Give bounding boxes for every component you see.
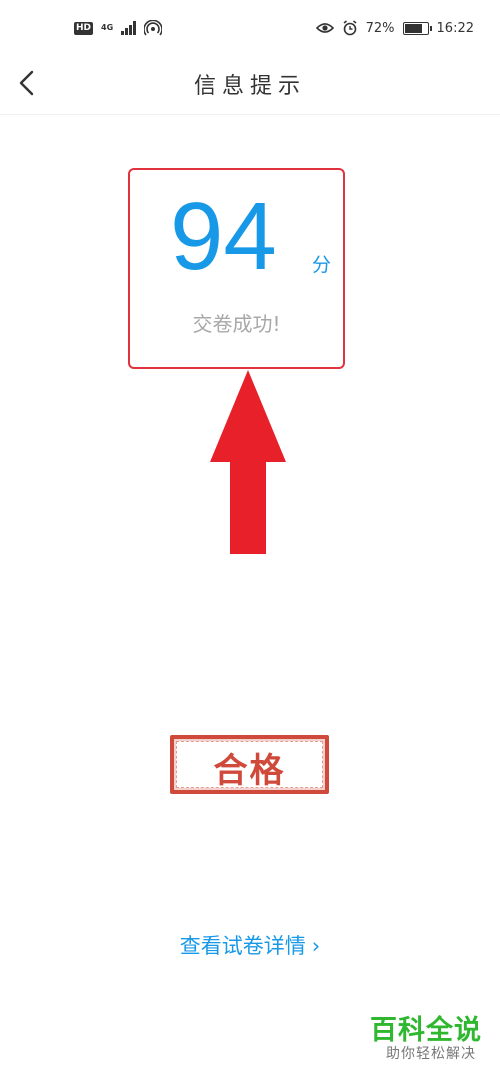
network-label: 4G — [101, 23, 114, 32]
battery-percent: 72% — [365, 20, 395, 36]
signal-icon — [121, 21, 137, 35]
score-unit: 分 — [312, 254, 332, 276]
watermark-subtitle: 助你轻松解决 — [386, 1046, 476, 1062]
hotspot-icon — [144, 20, 163, 36]
network-type: 4G — [101, 24, 113, 32]
score-value: 94 — [170, 183, 277, 290]
hd-icon: HD — [74, 21, 94, 35]
pass-stamp: 合格 — [170, 735, 329, 794]
watermark-title: 百科全说 — [370, 1015, 482, 1046]
view-exam-details-label: 查看试卷详情 — [179, 934, 306, 958]
pass-stamp-text: 合格 — [213, 751, 286, 791]
status-bar: HD 4G 72% 16:22 — [0, 0, 500, 58]
submit-success-message: 交卷成功! — [192, 312, 281, 336]
alarm-icon — [343, 20, 357, 36]
chevron-right-icon: › — [311, 934, 321, 958]
annotation-arrow-up-icon — [210, 370, 286, 554]
eye-icon — [315, 23, 334, 33]
status-left: HD 4G — [74, 20, 163, 36]
page-title: 信息提示 — [193, 74, 306, 99]
view-exam-details-link[interactable]: 查看试卷详情 › — [0, 930, 500, 960]
clock: 16:22 — [436, 20, 474, 36]
score-card: 94 分 交卷成功! — [128, 168, 345, 369]
navigation-bar: 信息提示 — [0, 58, 500, 115]
status-right: 72% 16:22 — [315, 20, 474, 36]
battery-icon — [402, 21, 432, 35]
